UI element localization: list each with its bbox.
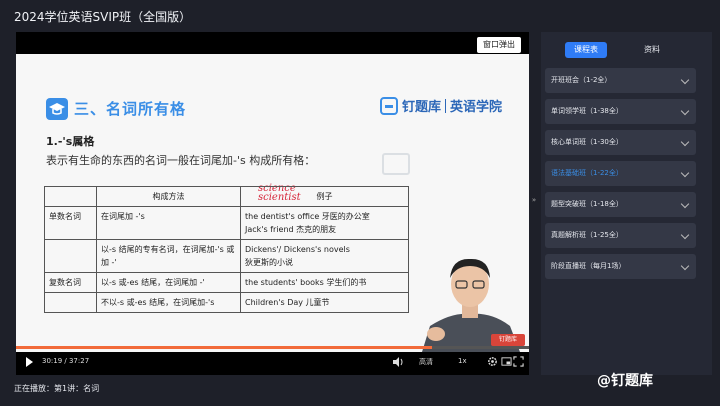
table-row: 以-s 结尾的专有名词，在词尾加-'s 或加 -' Dickens'/ Dick… <box>44 239 409 273</box>
table-header-empty <box>44 186 97 207</box>
table-cell: the students' books 学生们的书 <box>240 272 409 293</box>
section-title: 三、名词所有格 <box>74 100 187 118</box>
course-sidebar: 课程表 资料 开班班会（1-2全） 单词领学班（1-38全） 核心单词班（1-3… <box>541 32 712 375</box>
chevron-down-icon <box>680 168 690 178</box>
app-title: 2024学位英语SVIP班（全国版） <box>14 10 192 24</box>
sub-heading: 1.-'s属格 <box>46 135 95 148</box>
course-label: 阶段直播班（每月1场） <box>551 262 626 270</box>
table-row: 不以-s 或-es 结尾，在词尾加-'s Children's Day 儿童节 <box>44 292 409 313</box>
table-row: 复数名词 以-s 或-es 结尾，在词尾加 -' the students' b… <box>44 272 409 293</box>
brand-badge: 钉题库 <box>491 334 525 346</box>
course-label: 核心单词班（1-30全） <box>551 138 623 146</box>
table-cell: Dickens'/ Dickens's novels 狄更斯的小说 <box>240 239 409 273</box>
brand-logo: 钉题库 英语学院 <box>380 96 502 115</box>
table-cell: 单数名词 <box>44 206 97 240</box>
lecture-slide: 三、名词所有格 钉题库 英语学院 1.-'s属格 表示有生命的东西的名词一般在词… <box>16 54 529 352</box>
watermark-logo <box>382 153 410 175</box>
description: 表示有生命的东西的名词一般在词尾加-'s 构成所有格： <box>46 154 316 167</box>
playback-rate-button[interactable]: 1x <box>458 357 467 365</box>
table-cell: 不以-s 或-es 结尾，在词尾加-'s <box>96 292 241 313</box>
quality-button[interactable]: 高清 <box>419 357 433 367</box>
course-item[interactable]: 核心单词班（1-30全） <box>545 130 696 155</box>
tab-schedule[interactable]: 课程表 <box>565 42 607 58</box>
course-label: 单词领学班（1-38全） <box>551 107 623 115</box>
course-item[interactable]: 单词领学班（1-38全） <box>545 99 696 124</box>
course-label: 题型突破班（1-18全） <box>551 200 623 208</box>
course-label: 语法基础班（1-22全） <box>551 169 623 177</box>
play-icon[interactable] <box>26 357 33 367</box>
table-row: 单数名词 在词尾加 -'s the dentist's office 牙医的办公… <box>44 206 409 240</box>
table-cell: the dentist's office 牙医的办公室 Jack's frien… <box>240 206 409 240</box>
graduation-cap-icon <box>46 98 68 120</box>
watermark-text: @钉题库 <box>597 373 653 389</box>
title-bar: 2024学位英语SVIP班（全国版） <box>0 0 720 32</box>
fullscreen-icon[interactable] <box>513 356 524 367</box>
table-cell: 以-s 结尾的专有名词，在词尾加-'s 或加 -' <box>96 239 241 273</box>
table-cell: 以-s 或-es 结尾，在词尾加 -' <box>96 272 241 293</box>
course-label: 开班班会（1-2全） <box>551 76 612 84</box>
table-header: 例子 <box>240 186 409 207</box>
collapse-sidebar-icon[interactable]: » <box>530 190 538 210</box>
chevron-down-icon <box>680 75 690 85</box>
now-playing: 正在播放：第1讲：名词 <box>14 384 100 393</box>
table-cell <box>44 292 97 313</box>
chevron-down-icon <box>680 137 690 147</box>
course-label: 真题解析班（1-25全） <box>551 231 623 239</box>
time-display: 30:19 / 37:27 <box>42 357 90 365</box>
grammar-table: 构成方法 例子 单数名词 在词尾加 -'s the dentist's offi… <box>44 186 409 313</box>
brand-subtitle: 英语学院 <box>450 100 503 115</box>
tab-materials[interactable]: 资料 <box>637 42 667 58</box>
table-cell: 复数名词 <box>44 272 97 293</box>
table-header: 构成方法 <box>96 186 241 207</box>
progress-bar[interactable] <box>16 346 529 349</box>
video-player[interactable]: 窗口弹出 三、名词所有格 钉题库 英语学院 1.-'s属格 表示有生命的东西的名… <box>16 32 529 375</box>
table-cell: 在词尾加 -'s <box>96 206 241 240</box>
course-item[interactable]: 真题解析班（1-25全） <box>545 223 696 248</box>
gear-icon[interactable] <box>487 356 498 367</box>
volume-icon[interactable] <box>392 356 404 368</box>
chevron-down-icon <box>680 199 690 209</box>
course-item[interactable]: 开班班会（1-2全） <box>545 68 696 93</box>
table-cell: Children's Day 儿童节 <box>240 292 409 313</box>
popout-window-button[interactable]: 窗口弹出 <box>477 37 521 53</box>
table-cell <box>44 239 97 273</box>
brand-divider <box>445 98 447 113</box>
progress-fill <box>16 346 432 349</box>
chevron-down-icon <box>680 230 690 240</box>
picture-in-picture-icon[interactable] <box>501 356 512 367</box>
brand-name: 钉题库 <box>402 100 442 115</box>
player-controls: 30:19 / 37:27 高清 1x <box>16 352 529 375</box>
course-item-active[interactable]: 语法基础班（1-22全） <box>545 161 696 186</box>
brand-icon <box>380 96 398 115</box>
chevron-down-icon <box>680 261 690 271</box>
sidebar-tabs: 课程表 资料 <box>541 40 712 60</box>
course-item[interactable]: 题型突破班（1-18全） <box>545 192 696 217</box>
course-item[interactable]: 阶段直播班（每月1场） <box>545 254 696 279</box>
chevron-down-icon <box>680 106 690 116</box>
